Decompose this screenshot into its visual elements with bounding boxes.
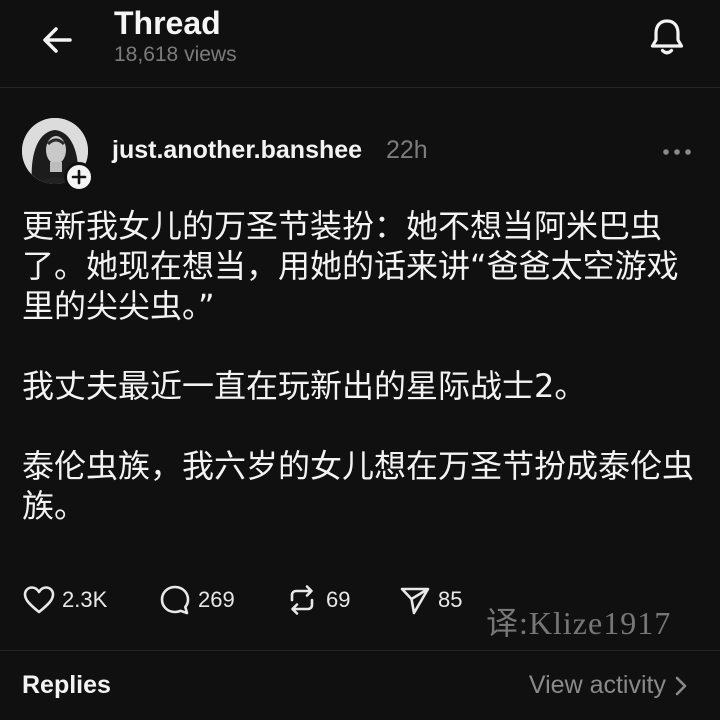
back-button[interactable] bbox=[36, 18, 80, 62]
like-button[interactable]: 2.3K bbox=[22, 580, 107, 620]
watermark: 译:Klize1917 bbox=[486, 605, 672, 641]
view-count: 18,618 views bbox=[114, 43, 237, 66]
post-paragraph: 更新我女儿的万圣节装扮：她不想当阿米巴虫了。她现在想当，用她的话来讲“爸爸太空游… bbox=[22, 207, 679, 325]
notifications-button[interactable] bbox=[644, 14, 690, 60]
like-count: 2.3K bbox=[62, 587, 108, 612]
repost-count: 69 bbox=[326, 587, 351, 612]
post-paragraph: 我丈夫最近一直在玩新出的星际战士2。 bbox=[22, 367, 587, 405]
post-text: 更新我女儿的万圣节装扮：她不想当阿米巴虫了。她现在想当，用她的话来讲“爸爸太空游… bbox=[22, 206, 698, 526]
send-icon bbox=[400, 587, 430, 615]
heart-icon bbox=[23, 586, 55, 614]
bell-icon bbox=[650, 19, 684, 55]
comment-button[interactable]: 269 bbox=[158, 580, 235, 620]
share-button[interactable]: 85 bbox=[398, 580, 462, 620]
arrow-left-icon bbox=[43, 27, 72, 53]
username-link[interactable]: just.another.banshee bbox=[112, 136, 362, 165]
comment-count: 269 bbox=[198, 587, 235, 612]
more-options-button[interactable] bbox=[656, 138, 700, 166]
repost-icon bbox=[290, 585, 314, 615]
comment-icon bbox=[160, 585, 190, 615]
replies-heading: Replies bbox=[22, 671, 111, 699]
repost-button[interactable]: 69 bbox=[284, 580, 350, 620]
replies-bar: Replies View activity bbox=[0, 650, 720, 720]
view-activity-link[interactable]: View activity bbox=[529, 671, 688, 700]
share-count: 85 bbox=[438, 587, 463, 612]
more-icon bbox=[663, 149, 691, 155]
top-bar: Thread 18,618 views bbox=[0, 0, 720, 88]
post-actions: 2.3K 269 69 85 bbox=[22, 580, 482, 620]
post-paragraph: 泰伦虫族，我六岁的女儿想在万圣节扮成泰伦虫族。 bbox=[22, 447, 695, 525]
chevron-right-icon bbox=[675, 676, 687, 695]
follow-button[interactable] bbox=[64, 162, 94, 192]
plus-icon bbox=[71, 169, 87, 185]
post-timestamp: 22h bbox=[386, 136, 428, 164]
page-title: Thread bbox=[114, 5, 221, 41]
view-activity-label: View activity bbox=[528, 671, 666, 699]
